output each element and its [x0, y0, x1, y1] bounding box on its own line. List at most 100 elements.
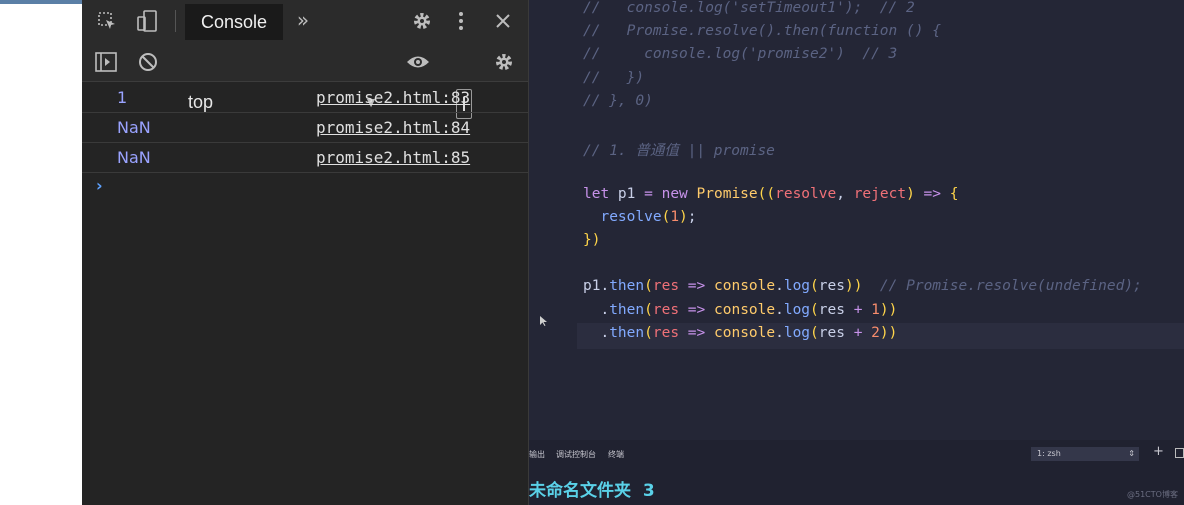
terminal-tabs: 输出 调试控制台 终端 1: zsh ⇕ +: [529, 440, 1184, 466]
code-line: .then(res => console.log(res + 2)): [583, 325, 897, 341]
shell-select-value: 1: zsh: [1037, 449, 1061, 458]
code-token: // 1. 普通值 || promise: [583, 143, 775, 160]
code-token: =>: [687, 278, 706, 295]
left-strip: [0, 0, 82, 505]
new-terminal-button[interactable]: +: [1153, 444, 1164, 459]
code-token: resolve: [775, 185, 837, 202]
code-token: 1: [670, 208, 680, 225]
devtools-toolbar: Console »: [82, 0, 528, 43]
code-token: (: [644, 324, 653, 341]
select-arrow-icon: ⇕: [1128, 449, 1135, 458]
terminal-panel: 输出 调试控制台 终端 1: zsh ⇕ + 未命名文件夹 3 @51CTO博客: [529, 440, 1184, 505]
more-vertical-icon[interactable]: [454, 9, 468, 33]
code-token: log: [783, 278, 811, 295]
close-icon[interactable]: [492, 10, 514, 32]
console-log-row: NaN promise2.html:84: [82, 112, 528, 143]
code-editor[interactable]: // console.log('setTimeout1'); // 2 // Pr…: [529, 0, 1184, 440]
code-token: (: [644, 301, 653, 318]
code-token: 1: [871, 301, 880, 318]
code-line: // console.log('setTimeout1'); // 2: [583, 0, 915, 16]
code-token: console: [714, 324, 776, 341]
code-line: // console.log('promise2') // 3: [583, 46, 897, 62]
code-token: console: [714, 278, 776, 295]
inspect-icon[interactable]: [96, 10, 118, 32]
log-value: NaN: [117, 118, 151, 137]
code-token: // console.log('setTimeout1'); // 2: [583, 0, 915, 16]
gear-icon[interactable]: [410, 9, 434, 33]
clear-console-icon[interactable]: [136, 50, 160, 74]
log-value: 1: [117, 88, 128, 107]
code-line: // }, 0): [583, 93, 653, 109]
toolbar-separator: [175, 10, 176, 32]
log-source-link[interactable]: promise2.html:84: [316, 118, 470, 137]
code-token: =>: [923, 185, 942, 202]
code-token: then: [609, 301, 645, 318]
code-line: // Promise.resolve().then(function () {: [583, 23, 941, 39]
code-token: res: [818, 301, 854, 318]
console-log-row: 1 promise2.html:83: [82, 82, 528, 113]
code-token: )): [879, 324, 898, 341]
shell-select[interactable]: 1: zsh ⇕: [1031, 447, 1139, 461]
code-token: .: [775, 324, 784, 341]
code-token: ((: [757, 185, 776, 202]
split-terminal-icon[interactable]: [1175, 448, 1184, 458]
code-token: // Promise.resolve().then(function () {: [583, 23, 941, 40]
code-token: log: [783, 301, 811, 318]
more-tabs-icon[interactable]: »: [292, 8, 314, 32]
mouse-cursor-icon: [540, 316, 547, 326]
devtools-panel: Console » top ▼ 1 promise2.html:83 NaN p…: [82, 0, 529, 505]
code-token: p1.: [583, 278, 610, 295]
settings-icon[interactable]: [492, 50, 516, 74]
code-token: then: [609, 324, 645, 341]
code-token: log: [783, 324, 811, 341]
code-token: =>: [687, 324, 706, 341]
code-token: res: [818, 278, 845, 295]
code-line: }): [583, 232, 600, 248]
code-token: // }): [583, 69, 645, 86]
tab-output[interactable]: 输出: [529, 449, 545, 460]
tab-console[interactable]: Console: [185, 4, 283, 40]
code-token: {: [949, 185, 959, 202]
log-source-link[interactable]: promise2.html:85: [316, 148, 470, 167]
console-log-row: NaN promise2.html:85: [82, 142, 528, 173]
device-toggle-icon[interactable]: [134, 9, 160, 33]
tab-debug-console[interactable]: 调试控制台: [556, 449, 596, 460]
code-token: .: [775, 278, 784, 295]
code-token: reject: [853, 185, 907, 202]
log-source-link[interactable]: promise2.html:83: [316, 88, 470, 107]
console-prompt[interactable]: ›: [96, 176, 103, 195]
code-token: =: [644, 185, 653, 202]
code-token: (: [644, 278, 653, 295]
sidebar-toggle-icon[interactable]: [94, 50, 118, 74]
code-token: .: [583, 301, 610, 318]
eye-icon[interactable]: [405, 50, 431, 74]
code-token: ): [906, 185, 915, 202]
log-value: NaN: [117, 148, 151, 167]
code-line: p1.then(res => console.log(res)) // Prom…: [583, 278, 1142, 294]
code-token: (: [810, 278, 819, 295]
code-token: (: [661, 208, 671, 225]
terminal-prompt-line: 未命名文件夹 3: [529, 481, 655, 501]
code-token: new: [661, 185, 688, 202]
code-token: =>: [687, 301, 706, 318]
code-line: let p1 = new Promise((resolve, reject) =…: [583, 186, 958, 202]
code-token: console: [714, 301, 776, 318]
code-line: .then(res => console.log(res + 1)): [583, 302, 897, 318]
code-token: res: [818, 324, 854, 341]
code-token: p1: [609, 185, 645, 202]
tab-terminal[interactable]: 终端: [608, 449, 624, 460]
console-toolbar: top ▼: [82, 42, 528, 119]
code-token: // }, 0): [583, 92, 653, 109]
code-token: (: [810, 324, 819, 341]
code-token: resolve: [600, 208, 662, 225]
